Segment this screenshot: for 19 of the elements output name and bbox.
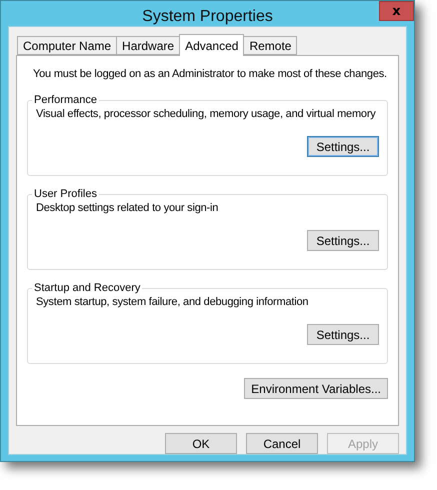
group-title: User Profiles bbox=[33, 188, 98, 200]
group-description: System startup, system failure, and debugging information bbox=[36, 296, 308, 308]
tab[interactable]: Remote bbox=[243, 36, 298, 55]
notice-text: You must be logged on as an Administrator to make most of these changes. bbox=[33, 68, 387, 80]
tab[interactable]: Computer Name bbox=[17, 36, 118, 55]
environment-variables-button[interactable]: Environment Variables... bbox=[244, 378, 388, 399]
tab[interactable]: Advanced bbox=[179, 34, 244, 56]
dialog-button[interactable]: OK bbox=[165, 433, 237, 454]
tab[interactable]: Hardware bbox=[116, 36, 180, 55]
group-title: Performance bbox=[33, 94, 98, 106]
close-button[interactable]: x bbox=[379, 1, 414, 21]
window-title: System Properties bbox=[142, 8, 273, 26]
group-description: Visual effects, processor scheduling, memory usage, and virtual memory bbox=[36, 108, 376, 120]
settings-button[interactable]: Settings... bbox=[307, 136, 379, 157]
group-title: Startup and Recovery bbox=[33, 282, 142, 294]
settings-button[interactable]: Settings... bbox=[307, 230, 379, 251]
dialog-button[interactable]: Cancel bbox=[246, 433, 318, 454]
group-description: Desktop settings related to your sign-in bbox=[36, 202, 218, 214]
settings-button[interactable]: Settings... bbox=[307, 324, 379, 345]
